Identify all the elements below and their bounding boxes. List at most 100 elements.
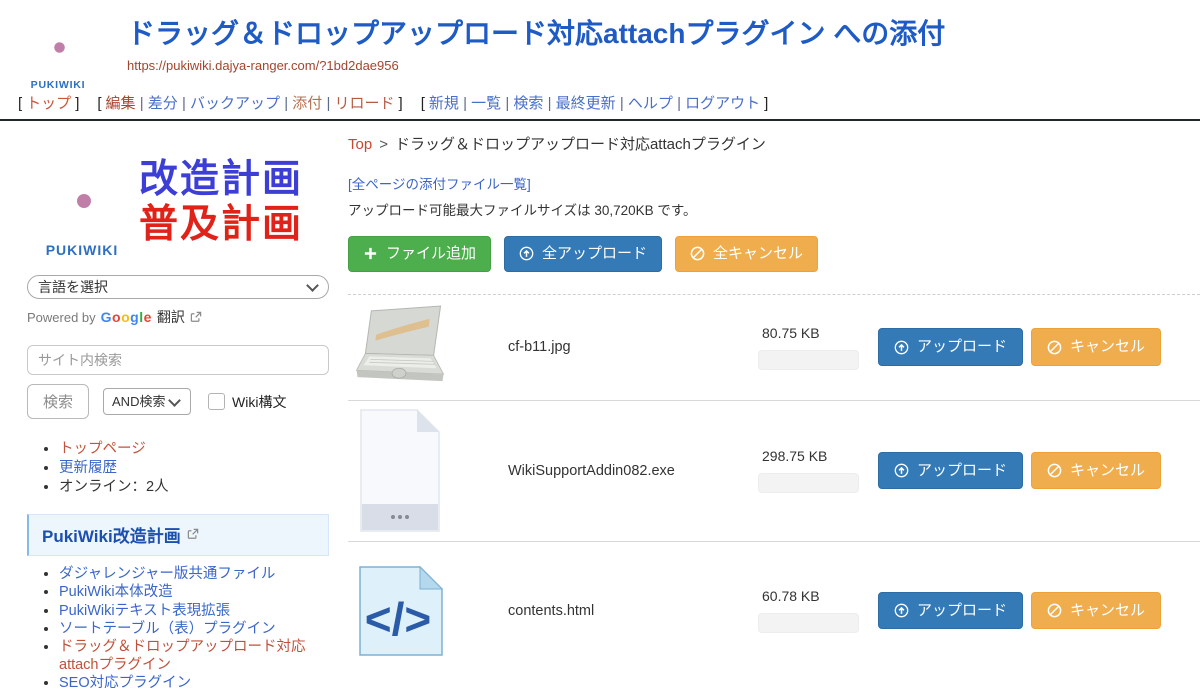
sidebar-quick-link[interactable]: 更新履歴 [59,460,117,476]
external-link-icon [187,528,199,540]
file-meta: 60.78 KB [758,588,878,633]
sidebar-logo-text: 改造計画 普及計画 [139,158,303,248]
top-nav: [トップ][編集 | 差分 | バックアップ | 添付 | リロード][新規 |… [0,89,1200,121]
progress-bar [758,473,859,493]
nav-bracket: [ [18,95,22,112]
nav-link-recent[interactable]: 最終更新 [556,95,616,112]
search-button[interactable]: 検索 [27,384,89,419]
generic-file-icon [355,408,445,533]
ban-icon [1047,340,1062,355]
file-row: contents.html 60.78 KB アップロード キャンセル [348,542,1200,680]
nav-separator: | [178,95,190,112]
sidebar-section-link[interactable]: PukiWiki本体改造 [59,584,173,600]
nav-link-top[interactable]: トップ [26,95,71,112]
google-letter: G [101,309,112,325]
nav-separator: | [616,95,628,112]
cancel-button[interactable]: キャンセル [1031,328,1161,366]
nav-separator: | [543,95,555,112]
nav-separator: | [136,95,148,112]
all-pages-attach-list-link[interactable]: [全ページの添付ファイル一覧] [348,173,531,193]
upload-toolbar: ファイル追加 全アップロード 全キャンセル [348,236,1200,272]
translate-label[interactable]: 翻訳 [157,307,185,327]
ban-icon [1047,463,1062,478]
cancel-button[interactable]: キャンセル [1031,592,1161,630]
nav-separator: | [673,95,685,112]
main-content: Top>ドラッグ＆ドロップアップロード対応attachプラグイン [全ページの添… [330,121,1200,680]
file-name: WikiSupportAddin082.exe [508,463,758,479]
powered-by-google: Powered by Google 翻訳 [27,307,330,327]
file-meta: 298.75 KB [758,448,878,493]
upload-button[interactable]: アップロード [878,592,1023,630]
file-actions: アップロード キャンセル [878,592,1161,630]
sidebar-quick-link-text: オンライン：2人 [59,479,169,495]
sidebar-quick-links: トップページ更新履歴オンライン：2人 [27,441,330,497]
list-item: トップページ [59,441,330,459]
language-select[interactable]: 言語を選択 [27,275,329,299]
upload-all-button[interactable]: 全アップロード [504,236,662,272]
sidebar-section-link[interactable]: ダジャレンジャー版共通ファイル [59,566,275,582]
nav-bracket: ] [75,95,79,112]
nav-link-reload[interactable]: リロード [335,95,395,112]
breadcrumb-current: ドラッグ＆ドロップアップロード対応attachプラグイン [395,136,766,153]
page-title: ドラッグ＆ドロップアップロード対応attachプラグイン への添付 [127,19,945,50]
wiki-syntax-checkbox[interactable] [208,393,225,410]
list-item: オンライン：2人 [59,479,330,497]
breadcrumb: Top>ドラッグ＆ドロップアップロード対応attachプラグイン [348,133,1200,154]
sidebar-section-link[interactable]: SEO対応プラグイン [59,675,191,691]
add-files-button[interactable]: ファイル追加 [348,236,491,272]
nav-link-diff[interactable]: 差分 [148,95,178,112]
file-size: 60.78 KB [758,588,878,604]
file-list: cf-b11.jpg 80.75 KB アップロード キャンセル WikiSup… [348,294,1200,680]
sidebar-quick-link[interactable]: トップページ [59,441,146,457]
nav-bracket: ] [399,95,403,112]
nav-bracket: ] [764,95,768,112]
upload-circle-icon [519,246,534,261]
nav-link-backup[interactable]: バックアップ [190,95,280,112]
search-controls: 検索 AND検索 Wiki構文 [27,384,330,419]
nav-link-help[interactable]: ヘルプ [628,95,673,112]
page-header: ドラッグ＆ドロップアップロード対応attachプラグイン への添付 https:… [0,0,1200,89]
nav-link-list[interactable]: 一覧 [471,95,501,112]
logo-line2: 普及計画 [139,203,303,248]
sidebar-section-link[interactable]: ソートテーブル（表）プラグイン [59,621,276,637]
nav-bracket: [ [97,95,101,112]
search-mode-select[interactable]: AND検索 [103,388,191,415]
nav-link-attach[interactable]: 添付 [292,95,322,112]
nav-link-search[interactable]: 検索 [513,95,543,112]
sidebar-section-link[interactable]: ドラッグ＆ドロップアップロード対応attachプラグイン [59,639,306,672]
nav-group: [トップ] [14,95,83,112]
sidebar-section-link[interactable]: PukiWikiテキスト表現拡張 [59,603,230,619]
google-letter: o [121,309,130,325]
sidebar-section-links: ダジャレンジャー版共通ファイル PukiWiki本体改造 PukiWikiテキスト表… [27,566,330,693]
breadcrumb-home-link[interactable]: Top [348,136,372,153]
list-item: PukiWiki本体改造 [59,584,330,601]
site-search-input[interactable] [27,345,329,375]
language-select-wrap: 言語を選択 [27,275,329,299]
google-letter: o [112,309,121,325]
cancel-all-button[interactable]: 全キャンセル [675,236,818,272]
and-select-wrap: AND検索 [103,388,191,415]
upload-button[interactable]: アップロード [878,328,1023,366]
list-item: SEO対応プラグイン [59,675,330,692]
nav-separator: | [501,95,513,112]
cancel-button[interactable]: キャンセル [1031,452,1161,490]
powered-by-text: Powered by [27,310,96,325]
section-title-link[interactable]: PukiWiki改造計画 [42,522,181,547]
upload-button[interactable]: アップロード [878,452,1023,490]
nav-link-new[interactable]: 新規 [429,95,459,112]
nav-separator: | [322,95,334,112]
file-row: cf-b11.jpg 80.75 KB アップロード キャンセル [348,295,1200,401]
file-meta: 80.75 KB [758,325,878,370]
progress-bar [758,350,859,370]
page-url: https://pukiwiki.dajya-ranger.com/?1bd2d… [127,58,945,73]
sidebar-section-header: PukiWiki改造計画 [27,514,329,556]
logo-line1: 改造計画 [139,158,303,203]
nav-link-logout[interactable]: ログアウト [685,95,760,112]
nav-group: [新規 | 一覧 | 検索 | 最終更新 | ヘルプ | ログアウト] [417,95,773,112]
pukiwiki-logo-icon [12,6,104,92]
nav-link-edit[interactable]: 編集 [106,95,136,112]
google-letter: g [130,309,139,325]
sidebar: 改造計画 普及計画 言語を選択 Powered by Google 翻訳 検索 … [0,121,330,694]
nav-bracket: [ [421,95,425,112]
list-item: PukiWikiテキスト表現拡張 [59,603,330,620]
